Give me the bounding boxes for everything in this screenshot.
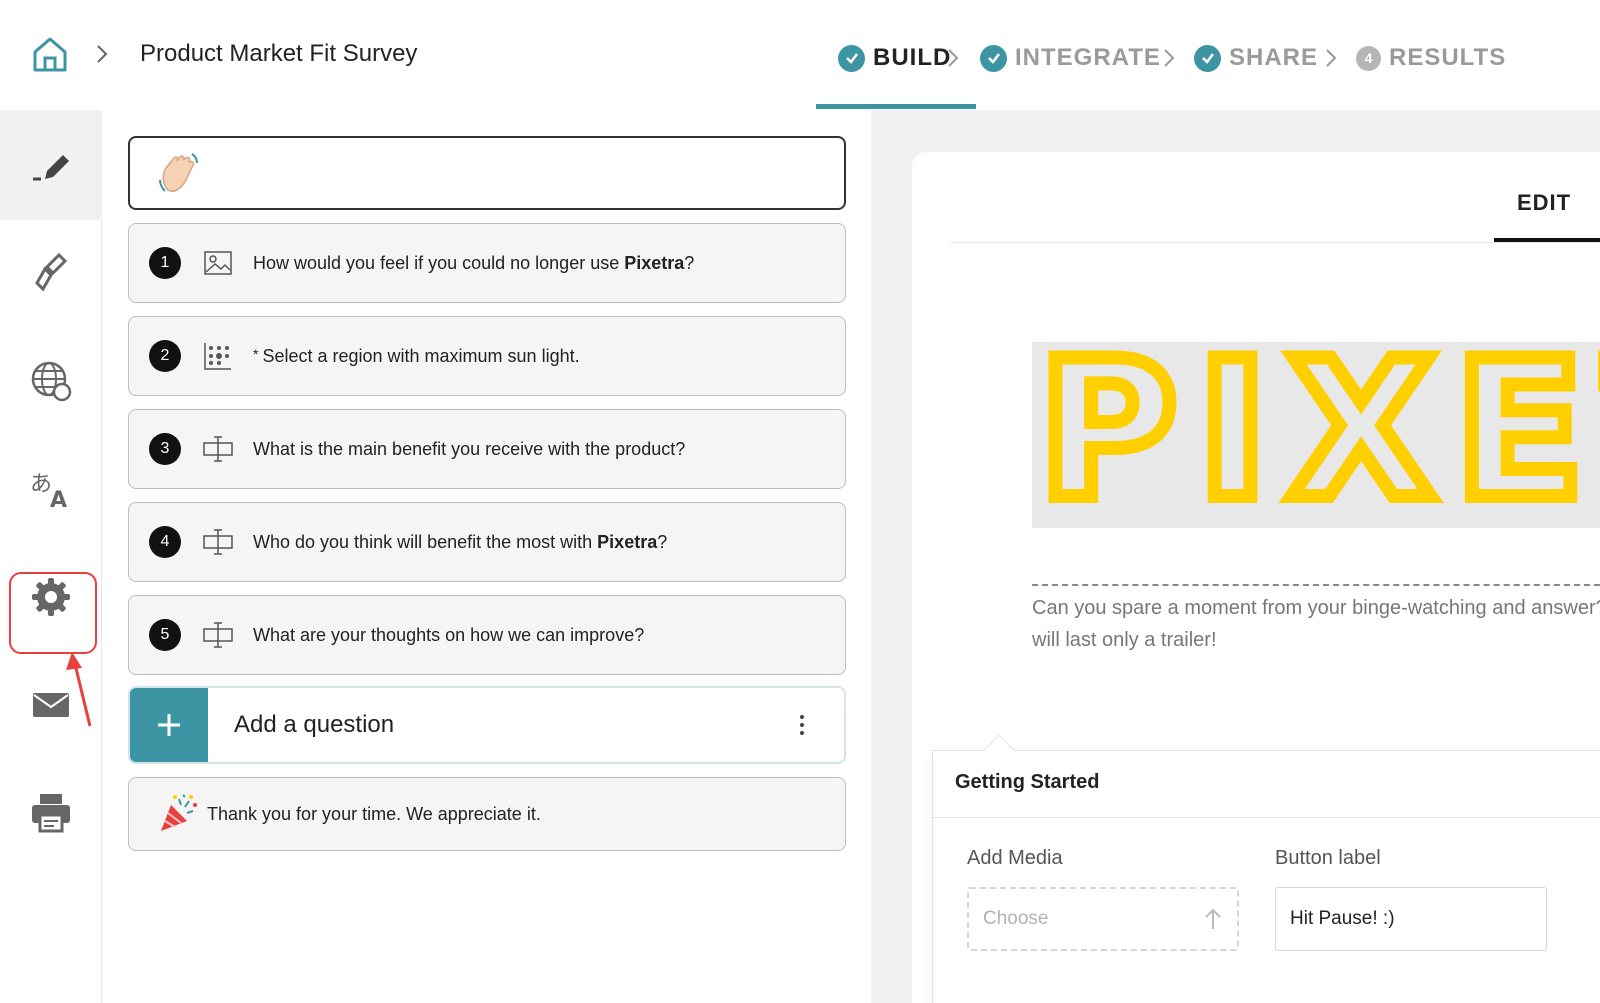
step-share[interactable]: SHARE [1194, 38, 1318, 78]
text-input-icon [203, 622, 233, 648]
sidebar-item-design[interactable] [0, 218, 102, 328]
chevron-right-icon [97, 45, 108, 63]
tab-edit[interactable]: EDIT [1488, 190, 1600, 240]
editor-panel: EDIT PIXET Can you spare a moment from y… [912, 152, 1600, 1003]
check-circle-icon [980, 44, 1007, 72]
party-popper-icon [161, 794, 197, 831]
question-card-1[interactable]: 1 How would you feel if you could no lon… [128, 223, 846, 303]
check-circle-icon [1194, 44, 1221, 72]
sidebar-item-print[interactable] [0, 758, 102, 868]
question-text: * Select a region with maximum sun light. [253, 345, 580, 366]
home-icon[interactable] [30, 34, 70, 74]
top-header: Product Market Fit Survey BUILD INTEGRAT… [0, 0, 1600, 110]
step-integrate[interactable]: INTEGRATE [980, 38, 1161, 78]
settings-section-title: Getting Started [955, 771, 1100, 793]
question-text: How would you feel if you could no longe… [253, 252, 695, 273]
question-card-3[interactable]: 3 What is the main benefit you receive w… [128, 409, 846, 489]
popover-notch [983, 734, 1015, 766]
step-label: INTEGRATE [1015, 44, 1161, 71]
upload-arrow-icon [1205, 908, 1221, 929]
question-number: 5 [149, 619, 181, 651]
add-question-label: Add a question [234, 711, 395, 738]
image-icon [204, 251, 232, 275]
question-card-5[interactable]: 5 What are your thoughts on how we can i… [128, 595, 846, 675]
thank-you-text: Thank you for your time. We appreciate i… [207, 803, 541, 824]
tab-divider [950, 242, 1600, 243]
getting-started-settings: Getting Started Add Media Choose Button … [932, 734, 1600, 1003]
dashed-divider [1032, 584, 1600, 586]
required-mark: * [253, 345, 259, 362]
chevron-right-icon [948, 49, 959, 67]
question-number: 2 [149, 340, 181, 372]
step-label: BUILD [873, 44, 952, 71]
question-number: 3 [149, 433, 181, 465]
text-input-icon [203, 529, 233, 555]
chevron-right-icon [1326, 49, 1337, 67]
choose-placeholder: Choose [983, 908, 1049, 929]
sidebar-item-languages[interactable] [0, 326, 102, 436]
survey-title[interactable]: Product Market Fit Survey [140, 40, 417, 68]
check-circle-icon [838, 44, 865, 72]
welcome-screen-card[interactable] [128, 136, 846, 210]
svg-text:A: A [50, 488, 67, 511]
globe-icon [31, 361, 72, 402]
question-list: 1 How would you feel if you could no lon… [103, 110, 871, 1003]
intro-description[interactable]: Can you spare a moment from your binge-w… [1032, 592, 1600, 656]
step-label: RESULTS [1389, 44, 1507, 71]
add-media-label: Add Media [967, 847, 1063, 869]
step-label: SHARE [1229, 44, 1319, 71]
translate-icon: あ A [30, 472, 67, 511]
printer-icon [32, 794, 70, 833]
chevron-right-icon [1164, 49, 1175, 67]
step-results[interactable]: 4 RESULTS [1356, 38, 1506, 78]
thank-you-screen-card[interactable]: Thank you for your time. We appreciate i… [128, 777, 846, 851]
button-label-label: Button label [1275, 847, 1381, 869]
question-text: Who do you think will benefit the most w… [253, 531, 668, 552]
sidebar-item-build[interactable] [0, 110, 102, 220]
more-options-icon[interactable] [790, 713, 814, 737]
step-build[interactable]: BUILD [838, 38, 951, 78]
question-text: What is the main benefit you receive wit… [253, 438, 686, 459]
button-label-input[interactable]: Hit Pause! :) [1275, 887, 1547, 951]
question-number: 1 [149, 247, 181, 279]
waving-hand-icon [159, 153, 198, 192]
paint-brush-icon [35, 252, 68, 292]
svg-text:あ: あ [30, 472, 52, 497]
active-step-indicator [816, 104, 976, 109]
arrow-up-annotation-icon [66, 652, 92, 727]
add-question-button[interactable]: Add a question [128, 686, 846, 764]
settings-highlight-box [9, 572, 97, 654]
step-number-badge: 4 [1356, 45, 1381, 71]
question-card-2[interactable]: 2 * Select a region with maximum sun ligh… [128, 316, 846, 396]
plus-icon [130, 688, 208, 762]
brand-logo-text: PIXET [1032, 342, 1600, 528]
brand-logo-image[interactable]: PIXET [1032, 342, 1600, 528]
pencil-icon [33, 155, 69, 181]
text-input-icon [203, 436, 233, 462]
dot-grid-icon [204, 343, 231, 370]
sidebar-item-translate[interactable]: あ A [0, 434, 102, 544]
question-text: What are your thoughts on how we can imp… [253, 624, 645, 645]
tool-sidebar: あ A [0, 110, 102, 1003]
section-divider [933, 817, 1600, 818]
question-card-4[interactable]: 4 Who do you think will benefit the most… [128, 502, 846, 582]
media-upload-field[interactable]: Choose [967, 887, 1239, 951]
question-number: 4 [149, 526, 181, 558]
